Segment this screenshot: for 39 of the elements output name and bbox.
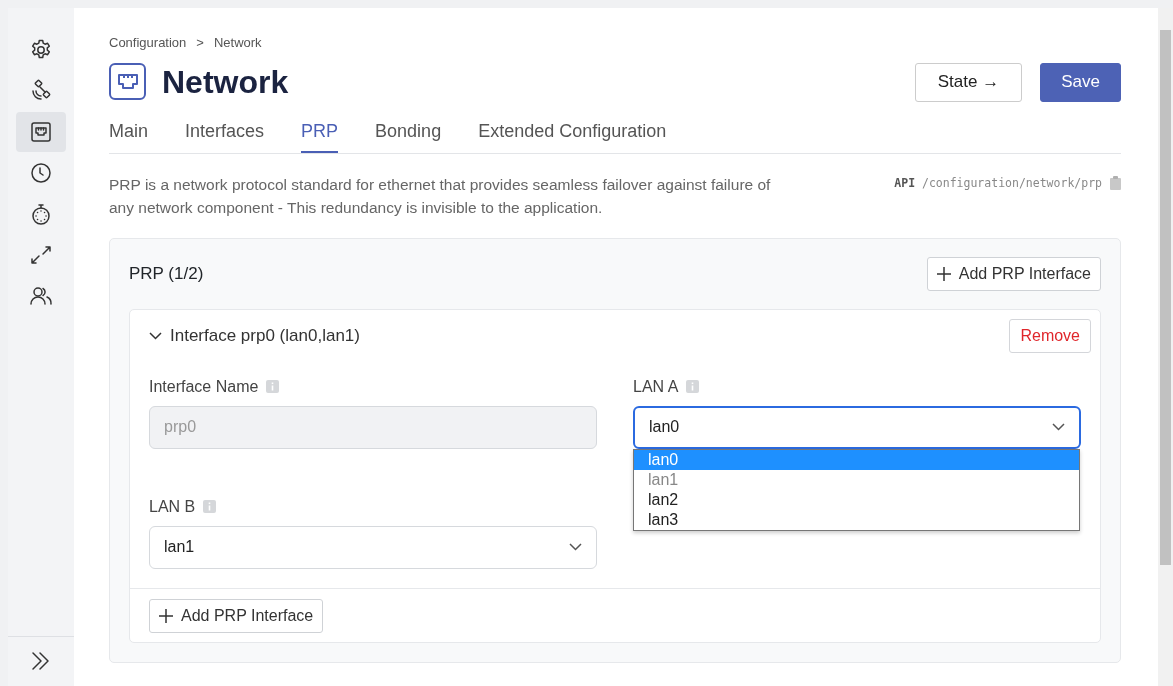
plus-icon [159,608,173,623]
stopwatch-icon [29,202,53,226]
breadcrumb-link[interactable]: Configuration [109,33,187,53]
clock-icon [29,161,53,185]
dropdown-option[interactable]: lan2 [634,489,1079,510]
sidebar-item[interactable] [16,112,66,152]
field-label: LAN B [149,496,196,517]
tab[interactable]: Main [109,117,148,153]
network-logo-icon [109,63,146,101]
caret-icon [569,543,582,551]
tab[interactable]: PRP [301,117,339,153]
add-interface-button[interactable]: Add PRP Interface [926,256,1101,291]
state-button[interactable]: State → [915,62,1022,102]
plus-icon [936,266,951,281]
breadcrumb-link[interactable]: Network [213,33,262,53]
expand-arrows-icon [29,243,53,267]
breadcrumb-separator: > [196,34,204,52]
tab[interactable]: Bonding [375,117,442,153]
description-text: PRP is a network protocol standard for ethernet that provides seamless failover against failure of any network component - This redundancy is invisible to the application. [109,174,772,218]
dropdown-option[interactable]: lan3 [634,509,1079,530]
api-path: API /configuration/network/prp [894,174,1102,192]
page-title: Network [162,62,289,102]
interface-toggle[interactable]: Interface prp0 (lan0,lan1) [149,322,360,349]
users-icon [29,284,53,308]
tab[interactable]: Interfaces [185,117,265,153]
clipboard-icon[interactable] [1110,176,1121,191]
chevron-icon [149,331,162,340]
field-label: Interface Name [149,376,259,397]
remove-button[interactable]: Remove [1009,318,1091,353]
ethernet-port-icon [29,120,53,144]
field-label: LAN A [633,376,679,397]
save-button[interactable]: Save [1040,62,1121,102]
section-title: PRP (1/2) [129,262,204,285]
select-field[interactable]: lan1 [149,525,597,569]
caret-icon [1052,423,1065,431]
add-interface-button[interactable]: Add PRP Interface [149,598,324,633]
satellite-icon [29,79,53,103]
tab[interactable]: Extended Configuration [478,117,667,153]
select-field[interactable]: lan0 [633,405,1081,449]
